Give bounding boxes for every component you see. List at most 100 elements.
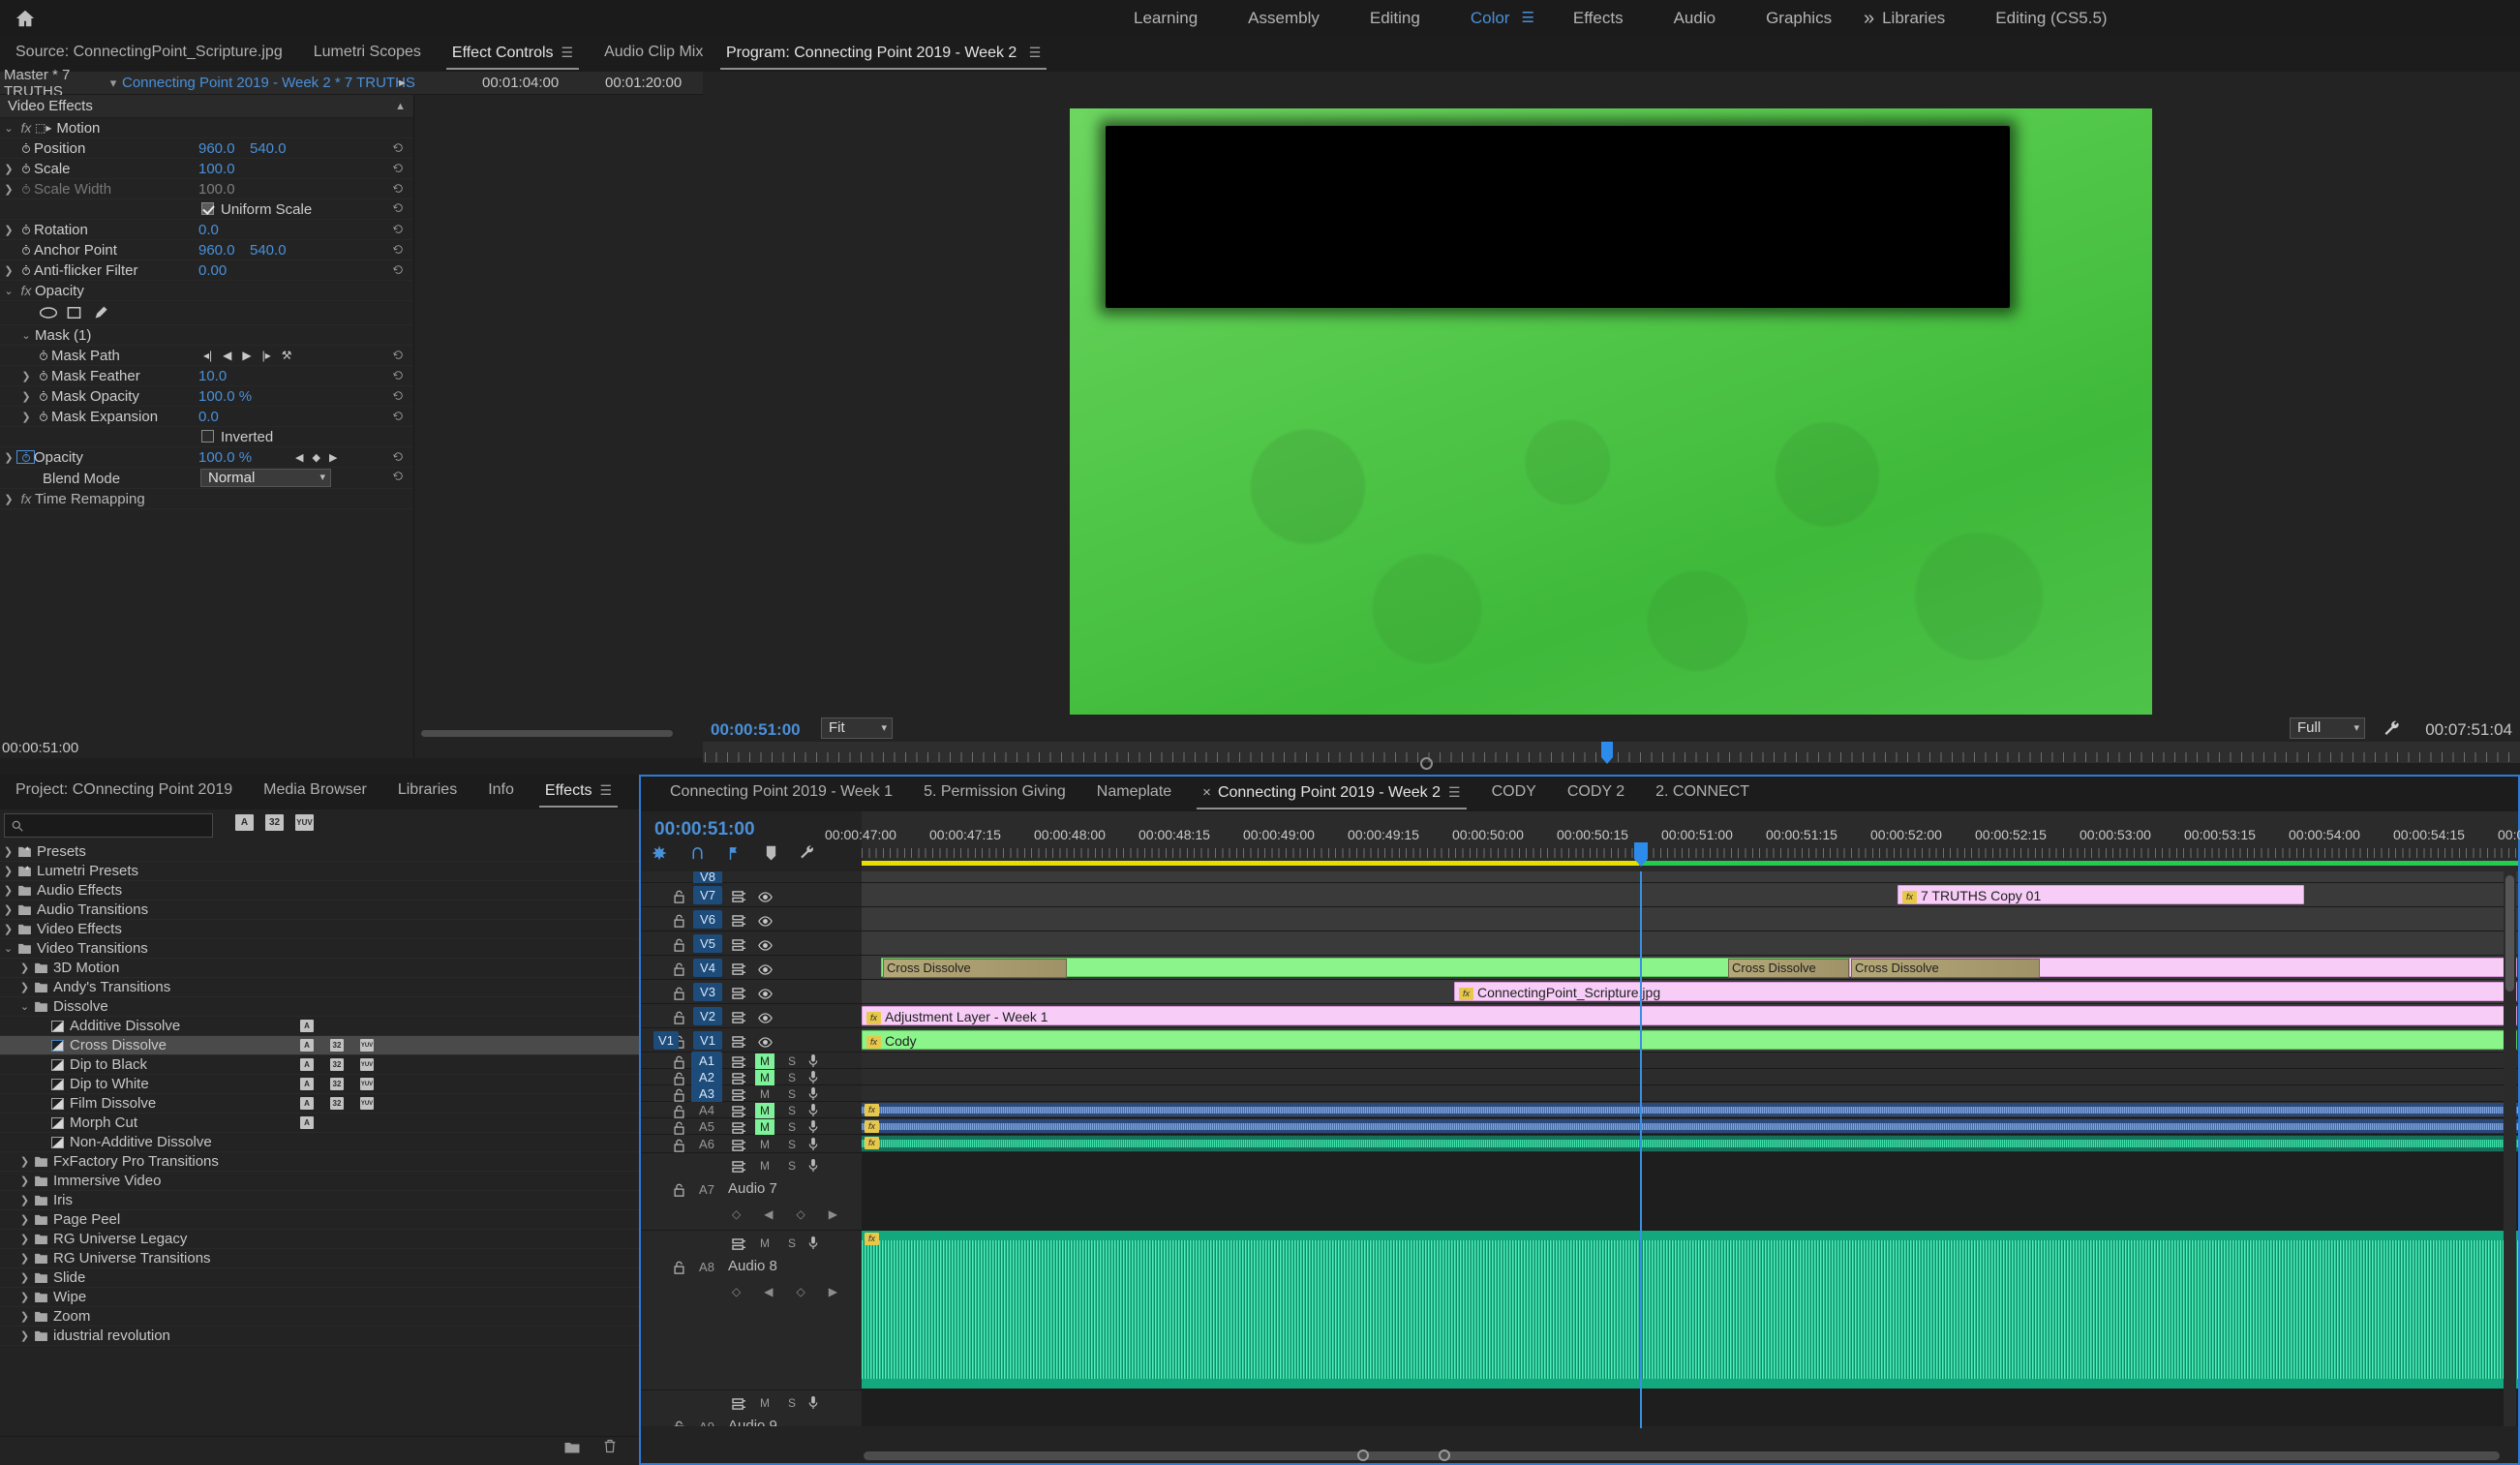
new-custom-bin-icon[interactable] [563, 1440, 581, 1459]
timeline-current-timecode[interactable]: 00:00:51:00 [654, 819, 755, 840]
effect-folder[interactable]: ❯Lumetri Presets [0, 862, 639, 881]
effect-item[interactable]: Dip to WhiteA32YUV [0, 1075, 639, 1094]
track-header[interactable]: MSA7Audio 7◇◀◇▶ [641, 1153, 862, 1230]
solo-track-button-a2[interactable]: S [782, 1070, 802, 1085]
track-target-a9[interactable]: A9 [691, 1418, 722, 1426]
timeline-clip[interactable]: fx7 TRUTHS Copy 01 [1898, 885, 2304, 904]
chevron-right-icon[interactable]: ❯ [16, 961, 33, 974]
stopwatch-icon[interactable] [17, 264, 34, 276]
zoom-level-select[interactable]: Fit ▾ [821, 717, 893, 739]
track-header[interactable]: V1V1 [641, 1028, 862, 1052]
timeline-ruler[interactable]: 00:00:47:0000:00:47:1500:00:48:0000:00:4… [862, 811, 2518, 871]
stopwatch-icon[interactable] [17, 163, 34, 174]
track-target-v3[interactable]: V3 [693, 983, 722, 1001]
effect-item[interactable]: Additive DissolveA [0, 1017, 639, 1036]
track-header[interactable]: MSA8Audio 8◇◀◇▶ [641, 1231, 862, 1389]
ellipse-mask-icon[interactable] [39, 305, 58, 324]
voice-record-icon[interactable] [807, 1236, 819, 1255]
sync-lock-icon[interactable] [732, 1236, 746, 1256]
track-target-a6[interactable]: A6 [691, 1135, 722, 1153]
voice-record-icon[interactable] [807, 1158, 819, 1177]
reset-icon[interactable] [392, 199, 406, 213]
sync-lock-icon[interactable] [732, 1034, 746, 1053]
track-target-v5[interactable]: V5 [693, 934, 722, 953]
track-lock-icon[interactable] [673, 1419, 685, 1426]
pen-mask-icon[interactable] [93, 305, 110, 325]
chevron-right-icon[interactable]: ❯ [0, 903, 16, 916]
ec-horizontal-scrollbar[interactable] [416, 730, 676, 737]
tab-timeline-cody[interactable]: CODY [1476, 777, 1552, 811]
tab-fx-project-connecting-point-2019[interactable]: Project: COnnecting Point 2019 [0, 775, 248, 809]
prev-keyframe-icon[interactable]: ◀ [764, 1285, 773, 1298]
keyframe-dropdown-icon[interactable]: ◇ [732, 1207, 741, 1221]
chevron-right-icon[interactable]: ❯ [0, 264, 17, 277]
audio-clip[interactable]: fx [862, 1231, 2518, 1389]
track-lane[interactable]: fx7 TRUTHS Copy 01 [862, 883, 2518, 906]
tab-fx-info[interactable]: Info [472, 775, 530, 809]
chevron-right-icon[interactable]: ❯ [0, 451, 17, 464]
effect-folder[interactable]: ❯FxFactory Pro Transitions [0, 1152, 639, 1172]
panel-menu-icon[interactable]: ☰ [1029, 45, 1042, 60]
tab-fx-media-browser[interactable]: Media Browser [248, 775, 382, 809]
track-visibility-icon[interactable] [758, 1010, 773, 1029]
tab-ec-effect-controls[interactable]: Effect Controls☰ [437, 37, 589, 72]
mute-track-button-a8[interactable]: M [755, 1236, 774, 1251]
timeline-horizontal-scrollbar[interactable] [862, 1450, 2507, 1461]
clip-transition[interactable]: Cross Dissolve [883, 959, 1067, 978]
track-target-v6[interactable]: V6 [693, 910, 722, 929]
track-target-v2[interactable]: V2 [693, 1007, 722, 1025]
track-visibility-icon[interactable] [758, 889, 773, 908]
track-target-a7[interactable]: A7 [691, 1180, 722, 1199]
workspace-tab-editing[interactable]: Editing [1345, 0, 1445, 37]
timeline-zoom-handles[interactable] [1357, 1450, 1450, 1461]
chevron-down-icon[interactable]: ⌄ [17, 329, 35, 342]
chevron-right-icon[interactable]: ❯ [16, 1291, 33, 1303]
chevron-right-icon[interactable]: ❯ [0, 163, 17, 175]
timeline-clip[interactable]: fxConnectingPoint_Scripture.jpg [1454, 982, 2517, 1001]
track-target-a8[interactable]: A8 [691, 1258, 722, 1276]
scale-value[interactable]: 100.0 [198, 161, 235, 177]
chevron-right-icon[interactable]: ❯ [16, 1194, 33, 1206]
tab-timeline-5-permission-giving[interactable]: 5. Permission Giving [908, 777, 1081, 811]
timeline-clip[interactable]: fxAdjustment Layer - Week 1 [862, 1006, 2517, 1025]
effect-folder[interactable]: ❯Iris [0, 1191, 639, 1210]
reset-icon[interactable] [392, 349, 406, 362]
solo-track-button-a8[interactable]: S [782, 1236, 802, 1251]
sync-lock-icon[interactable] [732, 1010, 746, 1029]
reset-icon[interactable] [392, 141, 406, 155]
effect-folder[interactable]: ❯Audio Transitions [0, 900, 639, 920]
mute-track-button-a1[interactable]: M [755, 1053, 774, 1069]
add-keyframe-icon[interactable]: ◇ [796, 1207, 805, 1221]
effect-folder[interactable]: ❯Audio Effects [0, 881, 639, 900]
prev-keyframe-icon[interactable]: ◀ [295, 451, 303, 464]
track-visibility-icon[interactable] [758, 913, 773, 932]
solo-track-button-a7[interactable]: S [782, 1158, 802, 1174]
keyframe-controls-a8[interactable]: ◇◀◇▶ [732, 1285, 837, 1298]
stopwatch-icon[interactable] [17, 224, 34, 235]
rotation-value[interactable]: 0.0 [198, 222, 219, 238]
effect-folder[interactable]: ❯RG Universe Transitions [0, 1249, 639, 1268]
chevron-down-icon[interactable]: . [0, 350, 17, 361]
workspace-menu-icon[interactable]: ☰ [1521, 0, 1547, 37]
program-in-point-marker[interactable] [1420, 757, 1433, 770]
track-lane[interactable]: fx [862, 1118, 2518, 1134]
effect-item[interactable]: Morph CutA [0, 1114, 639, 1133]
program-current-timecode[interactable]: 00:00:51:00 [711, 720, 801, 740]
track-lock-icon[interactable] [673, 1010, 685, 1029]
chevron-right-icon[interactable]: ❯ [16, 1213, 33, 1226]
effect-folder[interactable]: ❯Andy's Transitions [0, 978, 639, 997]
delete-custom-item-icon[interactable] [602, 1438, 618, 1459]
snap-icon[interactable] [651, 844, 668, 867]
clip-transition[interactable]: Cross Dissolve [1851, 959, 2040, 978]
reset-icon[interactable] [392, 162, 406, 175]
track-header[interactable]: A5MS [641, 1118, 862, 1134]
reset-icon[interactable] [392, 389, 406, 403]
chevron-down-icon[interactable]: ⌄ [0, 285, 17, 297]
sync-lock-icon[interactable] [732, 937, 746, 957]
stopwatch-icon[interactable] [35, 390, 51, 402]
panel-menu-icon[interactable]: ☰ [1448, 784, 1461, 800]
track-header[interactable]: V7 [641, 883, 862, 906]
track-lock-icon[interactable] [673, 1182, 685, 1202]
track-header[interactable]: V5 [641, 931, 862, 955]
chevron-down-icon[interactable]: . [0, 142, 17, 154]
